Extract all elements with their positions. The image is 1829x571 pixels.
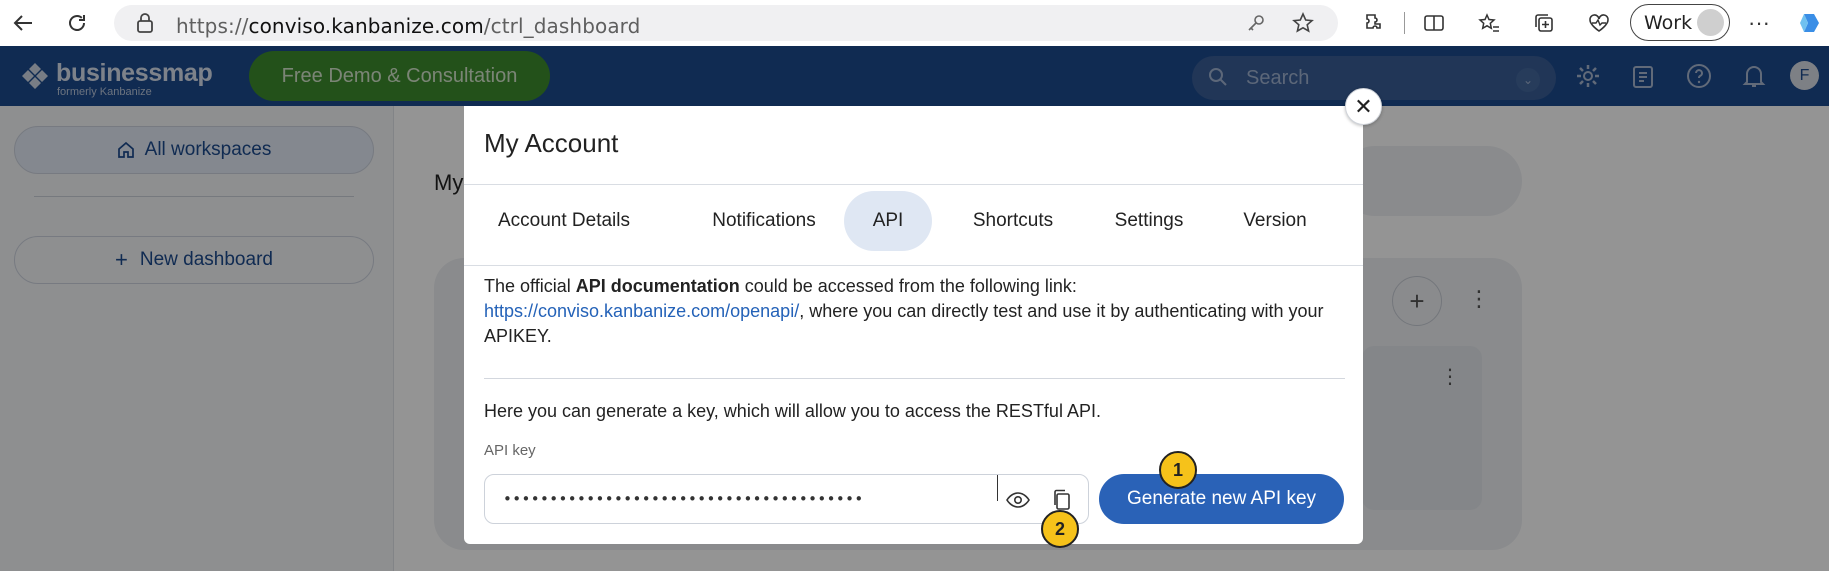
key-icon[interactable] [1246,13,1266,38]
favorite-star-icon[interactable] [1292,12,1314,39]
tab-account-details[interactable]: Account Details [484,191,644,251]
collections-icon[interactable] [1530,9,1558,37]
text-caret [997,475,998,501]
api-key-value: ••••••••••••••••••••••••••••••••••••••• [503,490,864,508]
api-key-label: API key [484,442,536,459]
copy-icon[interactable] [1049,487,1075,513]
marker-2: 2 [1041,510,1079,548]
api-doc-link[interactable]: https://conviso.kanbanize.com/openapi/ [484,301,799,321]
tab-settings[interactable]: Settings [1096,191,1202,251]
address-bar[interactable]: https://conviso.kanbanize.com/ctrl_dashb… [114,5,1338,41]
eye-icon[interactable] [1005,487,1031,513]
back-icon[interactable] [8,8,38,38]
marker-1: 1 [1159,451,1197,489]
tab-api[interactable]: API [844,191,932,251]
doc-after: could be accessed from the following lin… [739,276,1077,296]
more-menu-icon[interactable]: ··· [1745,9,1773,37]
api-doc-text: The official API documentation could be … [484,274,1344,349]
close-icon[interactable]: ✕ [1345,88,1382,125]
modal-title: My Account [484,128,619,158]
api-key-field[interactable]: ••••••••••••••••••••••••••••••••••••••• [484,474,1089,524]
profile-button[interactable]: Work [1630,4,1730,41]
my-account-modal: My Account Account Details Notifications… [464,106,1363,544]
generate-api-key-button[interactable]: Generate new API key [1099,474,1344,524]
browser-essentials-icon[interactable] [1585,9,1613,37]
tab-shortcuts[interactable]: Shortcuts [956,191,1070,251]
tab-notifications[interactable]: Notifications [689,191,839,251]
profile-label: Work [1644,11,1693,34]
modal-title-divider [464,184,1363,185]
doc-intro: The official [484,276,576,296]
url-text: https://conviso.kanbanize.com/ctrl_dashb… [176,14,641,38]
refresh-icon[interactable] [62,8,92,38]
modal-tabs: Account Details Notifications API Shortc… [464,191,1363,257]
favorites-icon[interactable] [1475,9,1503,37]
section-divider [484,378,1345,379]
split-screen-icon[interactable] [1420,9,1448,37]
extensions-icon[interactable] [1360,9,1388,37]
toolbar-divider [1404,12,1405,34]
modal-tabs-divider [464,265,1363,266]
doc-bold: API documentation [575,276,740,296]
lock-icon[interactable] [136,13,154,38]
browser-toolbar: https://conviso.kanbanize.com/ctrl_dashb… [0,0,1829,46]
copilot-icon[interactable] [1796,9,1824,37]
tab-version[interactable]: Version [1218,191,1332,251]
header-dim-overlay [0,46,1829,106]
profile-avatar [1697,9,1724,36]
generate-key-text: Here you can generate a key, which will … [484,401,1101,421]
